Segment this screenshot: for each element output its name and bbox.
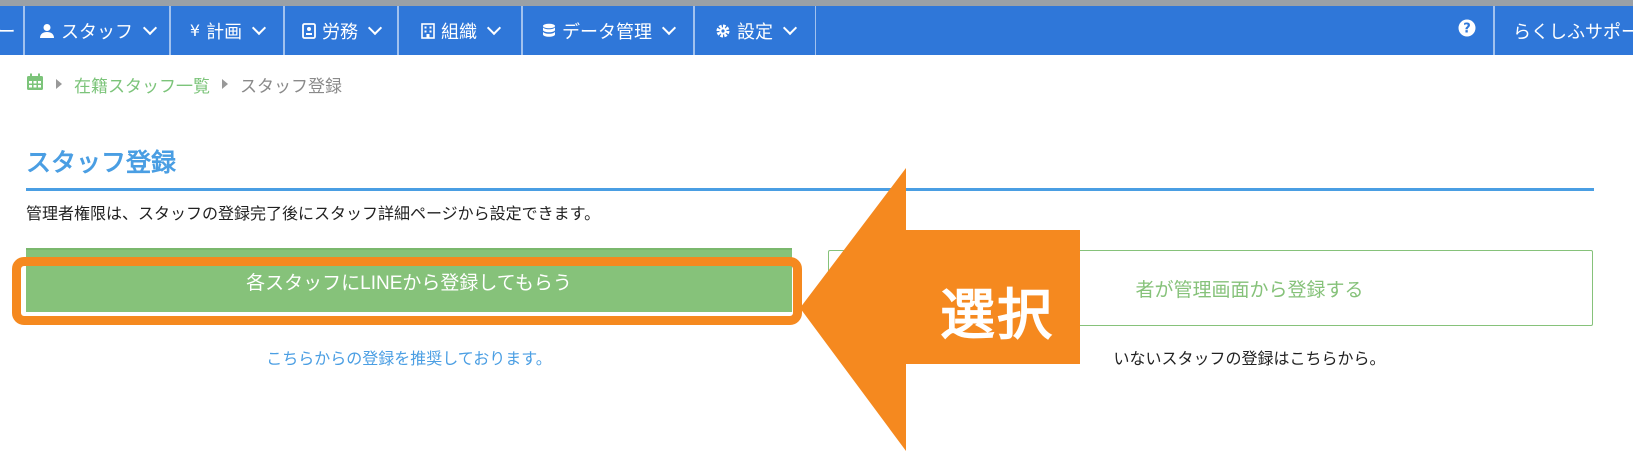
nav-organization-label: 組織 (441, 21, 477, 43)
nav-staff-menu[interactable]: スタッフ (24, 6, 170, 55)
nav-staff-label: スタッフ (61, 21, 133, 43)
building-icon (421, 22, 435, 39)
breadcrumb-link-staff-list[interactable]: 在籍スタッフ一覧 (74, 72, 210, 97)
account-menu[interactable]: らくしふサポー (1494, 6, 1633, 55)
nav-settings-label: 設定 (737, 21, 773, 43)
chevron-down-icon (661, 20, 677, 36)
admin-permission-note: 管理者権限は、スタッフの登録完了後にスタッフ詳細ページから設定できます。 (26, 204, 601, 223)
breadcrumb-current: スタッフ登録 (240, 76, 342, 97)
question-circle-icon: ? (1458, 19, 1476, 42)
nav-organization-menu[interactable]: 組織 (398, 6, 522, 55)
gear-icon (715, 23, 731, 39)
page-title: スタッフ登録 (26, 148, 177, 177)
nav-settings-menu[interactable]: 設定 (694, 6, 816, 55)
badge-icon (302, 22, 316, 39)
nav-left-edge-glyph: ー (0, 21, 16, 43)
chevron-down-icon (486, 20, 502, 36)
help-button[interactable]: ? (1440, 6, 1494, 55)
register-via-line-button[interactable]: 各スタッフにLINEから登録してもらう (26, 250, 792, 312)
line-recommendation-text: こちらからの登録を推奨しております。 (266, 349, 552, 368)
chevron-down-icon (142, 20, 158, 36)
breadcrumb: 在籍スタッフ一覧 スタッフ登録 (26, 72, 342, 97)
calendar-icon (26, 73, 44, 96)
nav-labor-label: 労務 (322, 21, 358, 43)
nav-plan-menu[interactable]: ¥ 計画 (170, 6, 284, 55)
breadcrumb-separator-icon (222, 79, 228, 89)
chevron-down-icon (367, 20, 383, 36)
account-label: らくしふサポー (1513, 21, 1633, 43)
top-navbar: ー スタッフ ¥ 計画 労務 組織 データ管理 設定 ? らくしふサポー (0, 6, 1633, 55)
chevron-down-icon (782, 20, 798, 36)
nav-labor-menu[interactable]: 労務 (284, 6, 398, 55)
nav-left-edge[interactable]: ー (0, 6, 24, 55)
yen-icon: ¥ (189, 21, 201, 40)
database-icon (542, 23, 556, 39)
non-line-help-label: いないスタッフの登録はこちらから。 (1113, 349, 1386, 368)
nav-data-management-label: データ管理 (562, 21, 652, 43)
nav-plan-label: 計画 (206, 21, 243, 43)
breadcrumb-separator-icon (56, 79, 62, 89)
nav-data-management-menu[interactable]: データ管理 (522, 6, 694, 55)
user-icon (39, 23, 55, 39)
chevron-down-icon (252, 20, 267, 36)
annotation-select-label: 選択 (940, 283, 1055, 347)
svg-text:?: ? (1463, 22, 1471, 37)
register-via-admin-label: 者が管理画面から登録する (1135, 279, 1364, 301)
